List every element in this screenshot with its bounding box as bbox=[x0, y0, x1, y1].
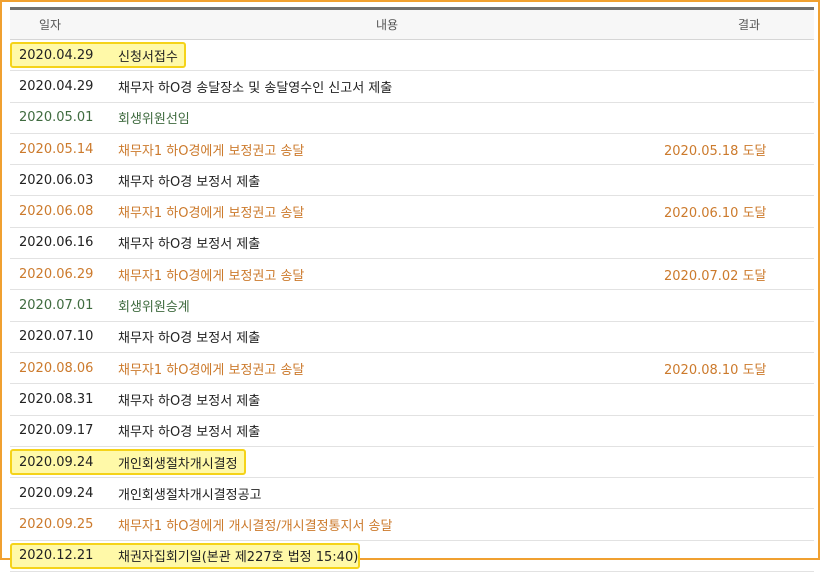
table-row: 2020.04.29 신청서접수 bbox=[10, 40, 814, 72]
row-date: 2020.06.03 bbox=[19, 172, 94, 188]
table-row: 2020.09.24 개인회생절차개시결정공고 bbox=[10, 478, 814, 510]
row-date: 2020.12.21 bbox=[19, 548, 94, 564]
table-row: 2020.09.24 개인회생절차개시결정 bbox=[10, 447, 814, 479]
row-content: 채권자집회기일(본관 제227호 법정 15:40) bbox=[118, 550, 359, 566]
case-history-table: 일자 내용 결과 2020.04.29 신청서접수 2020.04.29 채무자 하O… bbox=[10, 7, 814, 572]
row-date: 2020.05.14 bbox=[19, 141, 94, 157]
table-row: 2020.08.31 채무자 하O경 보정서 제출 bbox=[10, 384, 814, 416]
row-result: 2020.08.10 도달 bbox=[664, 362, 767, 378]
row-date: 2020.04.29 bbox=[19, 78, 94, 94]
row-date: 2020.05.01 bbox=[19, 110, 94, 126]
row-content: 채무자 하O경 보정서 제출 bbox=[118, 425, 261, 441]
table-row: 2020.05.14 채무자1 하O경에게 보정권고 송달 2020.05.18 도… bbox=[10, 134, 814, 166]
row-result: 2020.05.18 도달 bbox=[664, 143, 767, 159]
row-content: 회생위원선임 bbox=[118, 112, 190, 128]
row-date: 2020.06.08 bbox=[19, 204, 94, 220]
table-body: 2020.04.29 신청서접수 2020.04.29 채무자 하O경 송달장소 및 … bbox=[10, 40, 814, 572]
row-date: 2020.08.31 bbox=[19, 391, 94, 407]
row-content: 채무자 하O경 보정서 제출 bbox=[118, 331, 261, 347]
row-date: 2020.06.29 bbox=[19, 266, 94, 282]
row-content: 회생위원승계 bbox=[118, 300, 190, 316]
table-row: 2020.09.25 채무자1 하O경에게 개시결정/개시결정통지서 송달 bbox=[10, 509, 814, 541]
row-content: 채무자1 하O경에게 보정권고 송달 bbox=[118, 206, 305, 222]
table-row: 2020.04.29 채무자 하O경 송달장소 및 송달영수인 신고서 제출 bbox=[10, 71, 814, 103]
row-content: 개인회생절차개시결정공고 bbox=[118, 487, 262, 503]
row-content: 채무자 하O경 보정서 제출 bbox=[118, 237, 261, 253]
table-row: 2020.06.29 채무자1 하O경에게 보정권고 송달 2020.07.02 도… bbox=[10, 259, 814, 291]
row-content: 개인회생절차개시결정 bbox=[118, 456, 238, 472]
table-row: 2020.07.10 채무자 하O경 보정서 제출 bbox=[10, 322, 814, 353]
row-content: 신청서접수 bbox=[118, 49, 178, 65]
row-result: 2020.07.02 도달 bbox=[664, 268, 767, 284]
header-result: 결과 bbox=[737, 18, 761, 32]
table-row: 2020.08.06 채무자1 하O경에게 보정권고 송달 2020.08.10 도… bbox=[10, 353, 814, 385]
table-header: 일자 내용 결과 bbox=[10, 10, 814, 40]
table-row: 2020.05.01 회생위원선임 bbox=[10, 103, 814, 134]
screenshot-frame: 일자 내용 결과 2020.04.29 신청서접수 2020.04.29 채무자 하O… bbox=[0, 0, 820, 572]
row-result: 2020.06.10 도달 bbox=[664, 206, 767, 222]
row-content: 채무자1 하O경에게 보정권고 송달 bbox=[118, 362, 305, 378]
row-date: 2020.09.25 bbox=[19, 517, 94, 533]
table-row: 2020.12.21 채권자집회기일(본관 제227호 법정 15:40) bbox=[10, 541, 814, 572]
table-row: 2020.06.08 채무자1 하O경에게 보정권고 송달 2020.06.10 도… bbox=[10, 196, 814, 228]
row-date: 2020.04.29 bbox=[19, 47, 94, 63]
row-content: 채무자1 하O경에게 개시결정/개시결정통지서 송달 bbox=[118, 519, 393, 535]
row-date: 2020.09.17 bbox=[19, 423, 94, 439]
row-content: 채무자 하O경 송달장소 및 송달영수인 신고서 제출 bbox=[118, 80, 393, 96]
row-content: 채무자1 하O경에게 보정권고 송달 bbox=[118, 268, 305, 284]
row-date: 2020.09.24 bbox=[19, 485, 94, 501]
table-row: 2020.07.01 회생위원승계 bbox=[10, 290, 814, 322]
row-content: 채무자 하O경 보정서 제출 bbox=[118, 174, 261, 190]
table-row: 2020.09.17 채무자 하O경 보정서 제출 bbox=[10, 416, 814, 447]
row-date: 2020.09.24 bbox=[19, 454, 94, 470]
header-content: 내용 bbox=[375, 18, 399, 32]
row-content: 채무자1 하O경에게 보정권고 송달 bbox=[118, 143, 305, 159]
row-date: 2020.08.06 bbox=[19, 360, 94, 376]
table-row: 2020.06.03 채무자 하O경 보정서 제출 bbox=[10, 165, 814, 197]
row-date: 2020.07.01 bbox=[19, 298, 94, 314]
row-date: 2020.07.10 bbox=[19, 329, 94, 345]
table-row: 2020.06.16 채무자 하O경 보정서 제출 bbox=[10, 228, 814, 260]
row-date: 2020.06.16 bbox=[19, 235, 94, 251]
header-date: 일자 bbox=[38, 18, 62, 32]
row-content: 채무자 하O경 보정서 제출 bbox=[118, 393, 261, 409]
